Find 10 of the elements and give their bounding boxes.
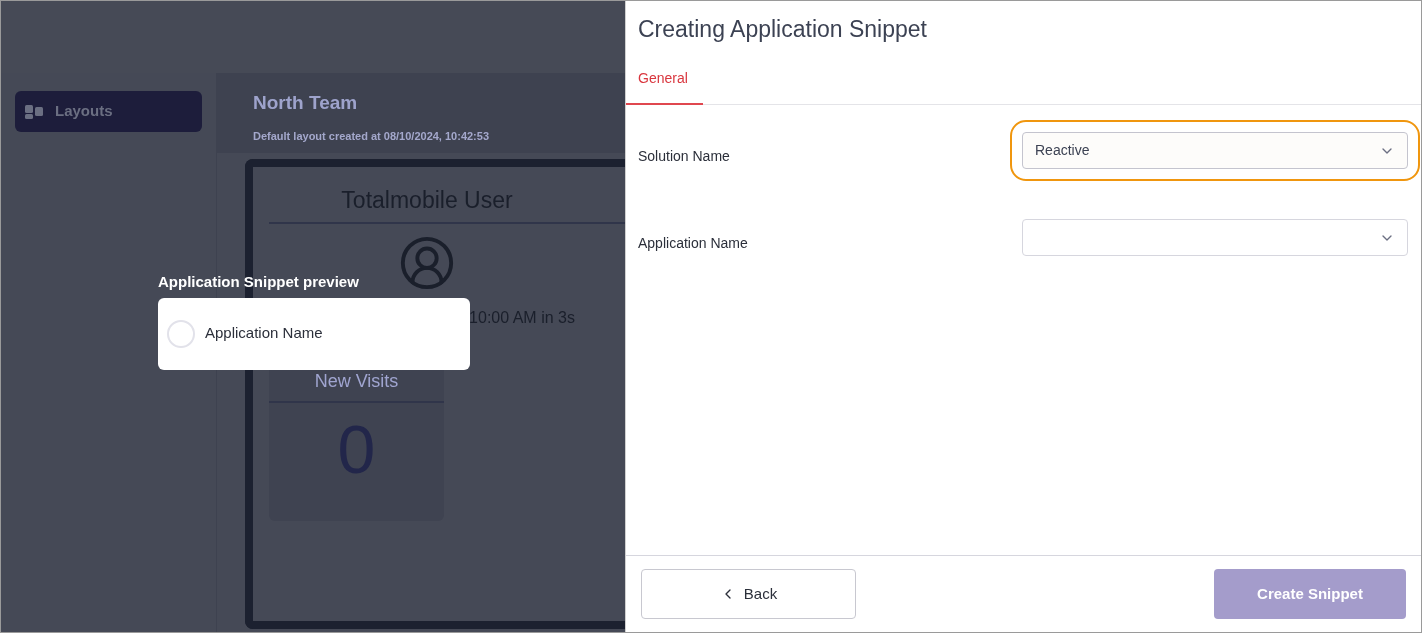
- field-label: Application Name: [637, 234, 749, 253]
- back-button[interactable]: Back: [641, 569, 856, 619]
- dialog-title: Creating Application Snippet: [637, 15, 928, 44]
- layout-title: North Team: [253, 91, 359, 115]
- sidebar-item[interactable]: Layouts: [15, 91, 202, 132]
- preview-title: Application Snippet preview: [158, 272, 360, 292]
- tab[interactable]: General: [626, 53, 703, 105]
- layout-subtitle: Default layout created at 08/10/2024, 10:42:53: [253, 128, 490, 144]
- field-label: Solution Name: [637, 147, 731, 166]
- preview-item-label: Application Name: [205, 323, 323, 344]
